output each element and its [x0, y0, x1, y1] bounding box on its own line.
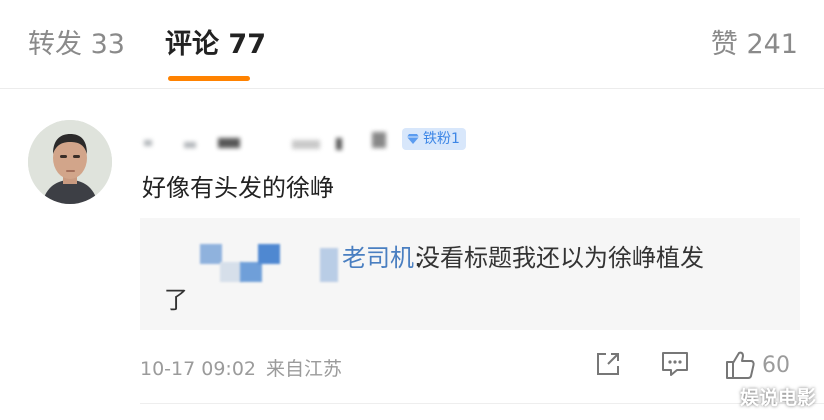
tab-likes-label: 赞 — [710, 29, 738, 60]
active-tab-indicator — [168, 76, 250, 81]
tab-bar: 转发 33 评论 77 赞 241 — [0, 0, 824, 89]
redacted-name-block — [372, 132, 386, 148]
avatar-photo-icon — [28, 120, 112, 204]
redacted-name-block — [184, 142, 196, 148]
redacted-reply-name-block — [200, 244, 222, 264]
tab-likes[interactable]: 赞 241 — [711, 22, 798, 61]
like-button[interactable]: 60 — [724, 350, 790, 380]
fan-badge: 铁粉1 — [402, 128, 466, 150]
tab-comments-count: 77 — [228, 29, 266, 60]
comment-time: 10-17 09:02 — [140, 358, 257, 380]
fan-badge-label: 铁粉1 — [423, 131, 460, 147]
reply-username[interactable]: 老司机: — [342, 238, 422, 273]
tab-repost-label: 转发 — [28, 29, 82, 60]
reply-button[interactable] — [660, 350, 690, 378]
redacted-reply-name-block — [240, 262, 262, 282]
comment-source: 来自江苏 — [266, 358, 343, 380]
tab-comments[interactable]: 评论 77 — [165, 22, 266, 61]
comment-meta: 10-17 09:02 来自江苏 — [140, 354, 342, 381]
tab-likes-count: 241 — [746, 29, 798, 60]
tab-comments-label: 评论 — [165, 29, 219, 60]
redacted-reply-name-block — [220, 262, 242, 282]
avatar[interactable] — [28, 120, 112, 204]
redacted-name-block — [336, 138, 342, 150]
reply-preview[interactable]: 老司机: 没看标题我还以为徐峥植发 了 — [140, 218, 800, 330]
divider — [140, 403, 824, 404]
redacted-reply-name-block — [320, 248, 338, 282]
watermark: 娱说电影 — [739, 387, 816, 409]
redacted-name-block — [144, 140, 152, 146]
reply-text-line2: 了 — [164, 286, 188, 314]
redacted-reply-name-block — [258, 244, 280, 264]
like-count: 60 — [762, 352, 790, 378]
redacted-name-block — [292, 140, 320, 149]
comment-username[interactable]: 铁粉1 — [140, 126, 480, 156]
tab-repost[interactable]: 转发 33 — [28, 22, 125, 61]
redacted-name-block — [218, 138, 240, 148]
comment-icon — [662, 352, 688, 376]
reply-username-text: 老司机 — [342, 244, 414, 272]
share-button[interactable] — [594, 350, 622, 378]
share-icon — [597, 353, 619, 375]
diamond-icon — [407, 134, 419, 144]
thumbs-up-icon — [726, 351, 755, 379]
tab-repost-count: 33 — [90, 29, 125, 60]
comment-text: 好像有头发的徐峥 — [142, 174, 334, 202]
reply-text-line1: 没看标题我还以为徐峥植发 — [416, 244, 704, 272]
